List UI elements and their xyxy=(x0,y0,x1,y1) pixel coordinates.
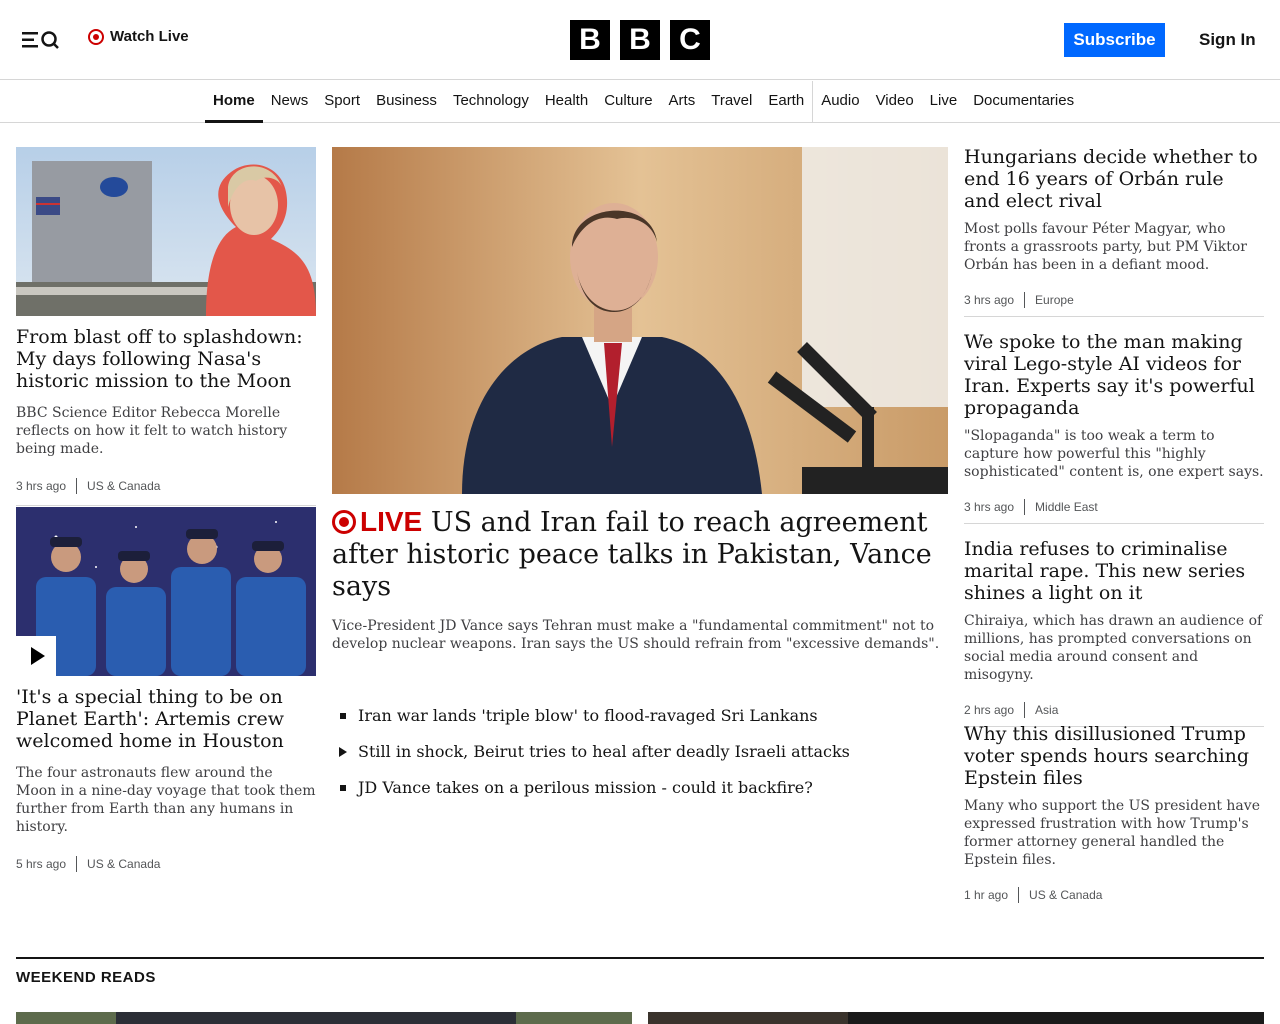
bullet-icon xyxy=(340,785,346,791)
story-time: 3 hrs ago xyxy=(964,500,1015,514)
story-section[interactable]: Asia xyxy=(1035,703,1058,717)
story-card[interactable]: Hungarians decide whether to end 16 year… xyxy=(964,146,1264,317)
story-headline[interactable]: 'It's a special thing to be on Planet Ea… xyxy=(16,686,316,752)
divider xyxy=(16,505,316,506)
story-summary: Chiraiya, which has drawn an audience of… xyxy=(964,613,1263,683)
story-summary: The four astronauts flew around the Moon… xyxy=(16,765,316,835)
story-image[interactable] xyxy=(648,1012,1264,1024)
meta-divider xyxy=(1024,499,1026,515)
related-link-text: Iran war lands 'triple blow' to flood-ra… xyxy=(358,706,818,725)
story-card[interactable]: 'It's a special thing to be on Planet Ea… xyxy=(16,507,316,872)
section-divider xyxy=(16,957,1264,959)
main-headline-text: US and Iran fail to reach agreement afte… xyxy=(332,507,932,602)
nav-item-health[interactable]: Health xyxy=(537,81,596,123)
story-headline[interactable]: India refuses to criminalise marital rap… xyxy=(964,538,1264,604)
menu-search-button[interactable] xyxy=(20,28,62,52)
play-icon xyxy=(31,647,45,665)
story-time: 3 hrs ago xyxy=(16,479,67,493)
story-headline[interactable]: We spoke to the man making viral Lego-st… xyxy=(964,331,1264,419)
nav-item-travel[interactable]: Travel xyxy=(703,81,760,123)
story-summary: Most polls favour Péter Magyar, who fron… xyxy=(964,221,1247,273)
main-nav: Home News Sport Business Technology Heal… xyxy=(0,81,1280,123)
divider xyxy=(964,523,1264,524)
story-meta: 1 hr ago US & Canada xyxy=(964,887,1264,903)
related-link-text: JD Vance takes on a perilous mission - c… xyxy=(358,778,813,797)
play-button[interactable] xyxy=(16,636,56,676)
meta-divider xyxy=(1018,887,1020,903)
story-summary: "Slopaganda" is too weak a term to captu… xyxy=(964,428,1264,480)
story-time: 1 hr ago xyxy=(964,888,1009,902)
nav-item-documentaries[interactable]: Documentaries xyxy=(965,81,1082,123)
sign-in-link[interactable]: Sign In xyxy=(1199,30,1256,50)
nav-item-sport[interactable]: Sport xyxy=(316,81,368,123)
story-section[interactable]: US & Canada xyxy=(87,857,160,871)
related-link-text: Still in shock, Beirut tries to heal aft… xyxy=(358,742,850,761)
story-image[interactable] xyxy=(16,507,316,676)
nav-item-earth[interactable]: Earth xyxy=(760,81,812,123)
story-card[interactable]: We spoke to the man making viral Lego-st… xyxy=(964,331,1264,524)
story-section[interactable]: Europe xyxy=(1035,293,1074,307)
site-header: Watch Live B B C Subscribe Sign In xyxy=(0,0,1280,80)
story-image[interactable] xyxy=(16,1012,632,1024)
story-time: 5 hrs ago xyxy=(16,857,67,871)
menu-icon xyxy=(22,31,59,49)
section-title[interactable]: WEEKEND READS xyxy=(16,969,156,986)
live-icon xyxy=(88,28,104,45)
story-section[interactable]: Middle East xyxy=(1035,500,1098,514)
story-headline[interactable]: From blast off to splashdown: My days fo… xyxy=(16,326,316,392)
logo-letter: B xyxy=(620,20,660,60)
story-meta: 3 hrs ago Europe xyxy=(964,292,1264,308)
related-link[interactable]: Still in shock, Beirut tries to heal aft… xyxy=(336,742,850,762)
meta-divider xyxy=(76,478,78,494)
logo-letter: B xyxy=(570,20,610,60)
subscribe-button[interactable]: Subscribe xyxy=(1064,23,1165,57)
nav-item-technology[interactable]: Technology xyxy=(445,81,537,123)
live-label: LIVE xyxy=(360,506,423,537)
main-story-summary: Vice-President JD Vance says Tehran must… xyxy=(332,618,940,652)
nav-item-video[interactable]: Video xyxy=(868,81,922,123)
nav-item-business[interactable]: Business xyxy=(368,81,445,123)
meta-divider xyxy=(76,856,78,872)
related-links: Iran war lands 'triple blow' to flood-ra… xyxy=(336,706,850,814)
divider xyxy=(964,316,1264,317)
story-headline[interactable]: Hungarians decide whether to end 16 year… xyxy=(964,146,1264,212)
nav-item-audio[interactable]: Audio xyxy=(812,81,867,123)
story-meta: 3 hrs ago US & Canada xyxy=(16,478,316,494)
story-section[interactable]: US & Canada xyxy=(1029,888,1102,902)
story-meta: 2 hrs ago Asia xyxy=(964,702,1264,718)
bullet-icon xyxy=(340,713,346,719)
main-story[interactable]: LIVE US and Iran fail to reach agreement… xyxy=(332,147,948,653)
nav-item-culture[interactable]: Culture xyxy=(596,81,660,123)
nav-item-home[interactable]: Home xyxy=(205,81,263,123)
watch-live-label: Watch Live xyxy=(110,28,189,45)
story-summary: BBC Science Editor Rebecca Morelle refle… xyxy=(16,405,288,457)
story-card[interactable]: Why this disillusioned Trump voter spend… xyxy=(964,723,1264,903)
story-card[interactable]: India refuses to criminalise marital rap… xyxy=(964,538,1264,727)
story-time: 2 hrs ago xyxy=(964,703,1015,717)
watch-live-link[interactable]: Watch Live xyxy=(88,28,189,45)
meta-divider xyxy=(1024,702,1026,718)
story-section[interactable]: US & Canada xyxy=(87,479,160,493)
story-meta: 3 hrs ago Middle East xyxy=(964,499,1264,515)
story-image[interactable] xyxy=(16,147,316,316)
live-icon xyxy=(332,510,356,534)
nav-item-news[interactable]: News xyxy=(263,81,317,123)
related-link[interactable]: Iran war lands 'triple blow' to flood-ra… xyxy=(336,706,850,726)
bbc-logo[interactable]: B B C xyxy=(570,20,710,60)
nav-item-live[interactable]: Live xyxy=(922,81,966,123)
story-meta: 5 hrs ago US & Canada xyxy=(16,856,316,872)
nav-item-arts[interactable]: Arts xyxy=(661,81,704,123)
main-story-image[interactable] xyxy=(332,147,948,494)
logo-letter: C xyxy=(670,20,710,60)
play-icon xyxy=(339,747,347,757)
story-summary: Many who support the US president have e… xyxy=(964,798,1260,868)
story-time: 3 hrs ago xyxy=(964,293,1015,307)
story-headline[interactable]: Why this disillusioned Trump voter spend… xyxy=(964,723,1264,789)
related-link[interactable]: JD Vance takes on a perilous mission - c… xyxy=(336,778,850,798)
main-story-headline[interactable]: LIVE US and Iran fail to reach agreement… xyxy=(332,506,948,603)
meta-divider xyxy=(1024,292,1026,308)
story-card[interactable]: From blast off to splashdown: My days fo… xyxy=(16,147,316,506)
